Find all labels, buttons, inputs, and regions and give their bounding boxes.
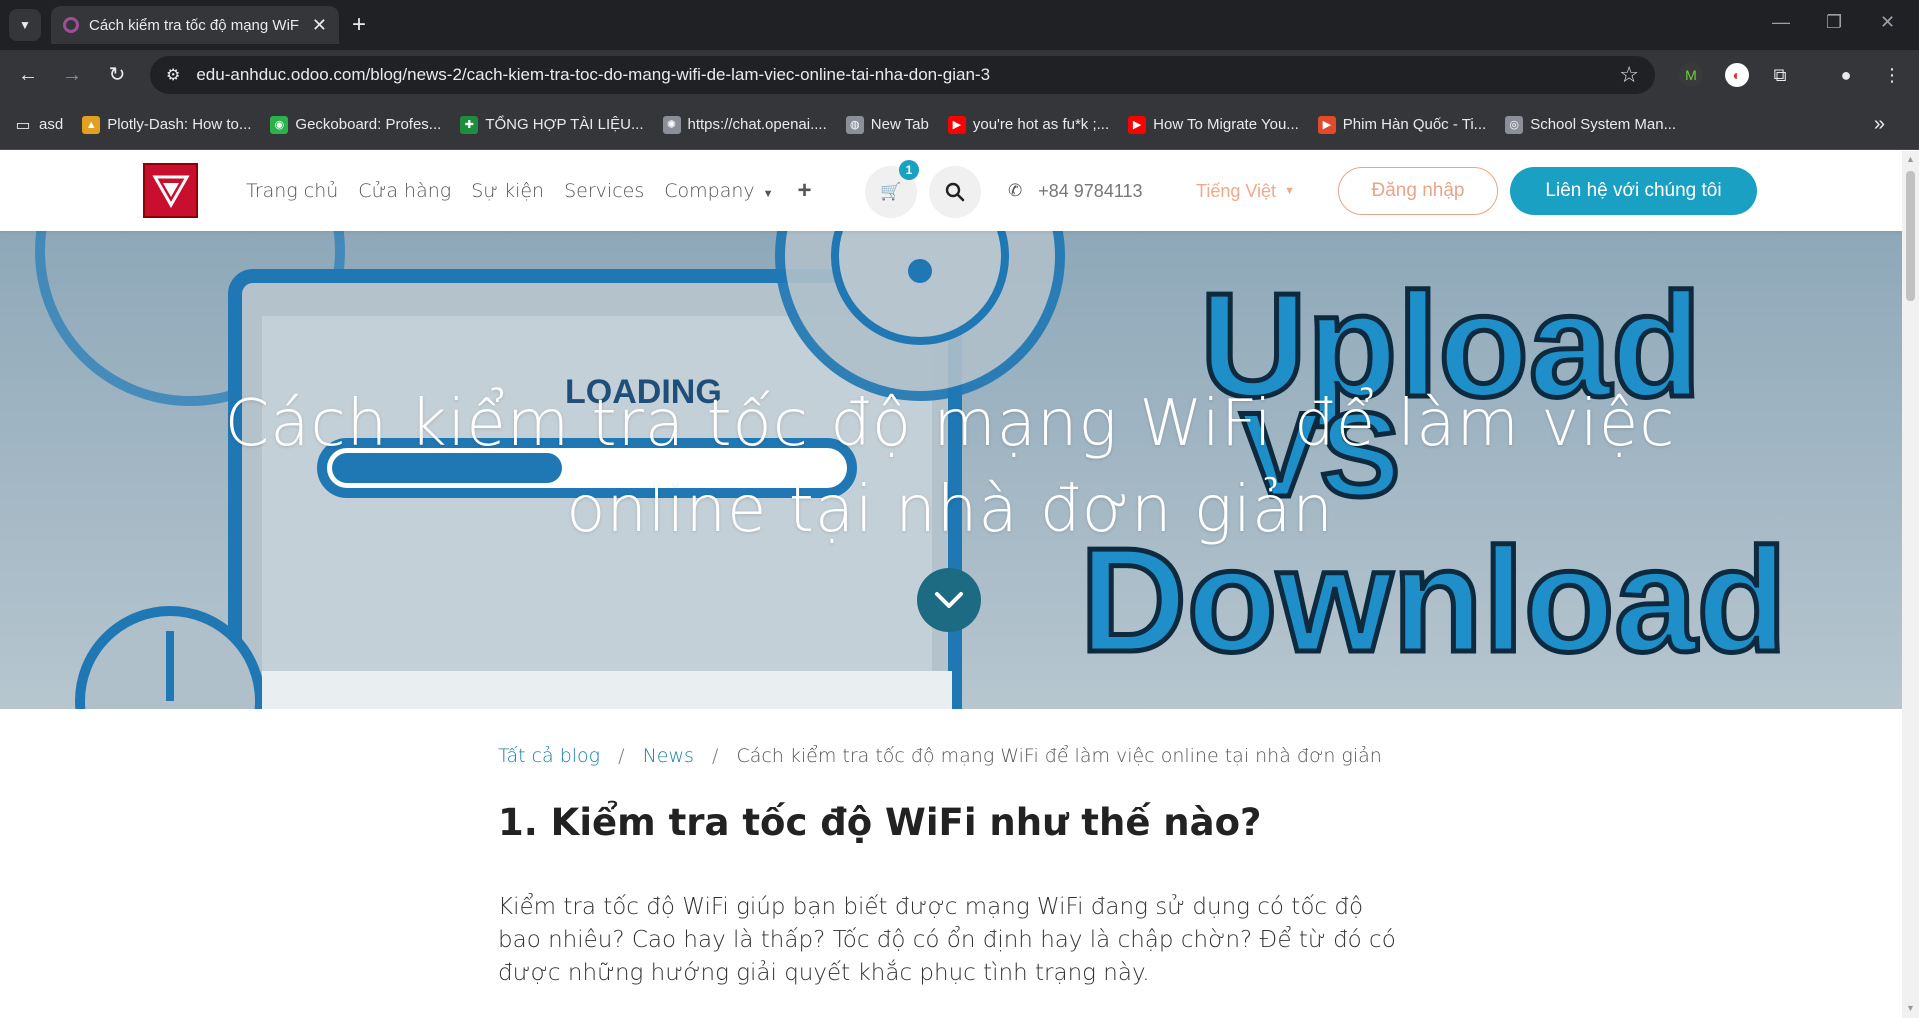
hero-banner: LOADING Upload VS Download Cách kiểm tra…: [0, 231, 1902, 709]
bookmark-item[interactable]: ▭ asd: [14, 116, 63, 134]
bookmarks-bar: ▭ asd ▲ Plotly-Dash: How to... ◉ Geckoboard: …: [0, 100, 1919, 150]
menu-item-company-label: Company: [664, 180, 755, 202]
bookmark-label: Phim Hàn Quốc - Ti...: [1342, 116, 1487, 133]
breadcrumb-news-link[interactable]: News: [643, 745, 694, 767]
site-info-icon[interactable]: ⚙: [166, 65, 180, 85]
menu-item-services[interactable]: Services: [564, 180, 644, 202]
extension-m-icon[interactable]: M: [1679, 63, 1703, 87]
breadcrumb-current: Cách kiểm tra tốc độ mạng WiFi để làm vi…: [736, 745, 1382, 767]
scroll-down-icon[interactable]: ▼: [1906, 1003, 1915, 1013]
bookmark-star-icon[interactable]: ☆: [1619, 62, 1639, 88]
hero-title: Cách kiểm tra tốc độ mạng WiFi để làm vi…: [224, 387, 1676, 547]
contact-us-button[interactable]: Liên hệ với chúng tôi: [1510, 167, 1757, 215]
tab-search-button[interactable]: ▼: [9, 9, 41, 41]
chevron-down-icon: [935, 592, 963, 608]
page-scrollbar[interactable]: ▲ ▼: [1902, 151, 1919, 1018]
bookmark-item[interactable]: ◉ Geckoboard: Profes...: [270, 115, 442, 134]
globe-icon: ◍: [845, 115, 864, 134]
bookmark-item[interactable]: ▶ How To Migrate You...: [1128, 115, 1299, 134]
browser-menu-icon[interactable]: ⋮: [1880, 63, 1904, 87]
bookmark-label: asd: [39, 116, 64, 133]
article-paragraph: Kiểm tra tốc độ WiFi giúp bạn biết được …: [498, 894, 1396, 986]
phone-icon: ✆: [1008, 181, 1023, 200]
bookmark-item[interactable]: ◍ New Tab: [845, 115, 929, 134]
bookmark-label: New Tab: [870, 116, 929, 133]
language-caret-icon: ▼: [1284, 185, 1295, 197]
scrollbar-thumb[interactable]: [1906, 171, 1915, 301]
back-icon[interactable]: ←: [16, 63, 40, 87]
login-button[interactable]: Đăng nhập: [1338, 167, 1498, 215]
bookmark-item[interactable]: ▶ Phim Hàn Quốc - Ti...: [1317, 115, 1487, 134]
bookmark-label: you're hot as fu*k ;...: [972, 116, 1110, 133]
bookmark-label: https://chat.openai....: [687, 116, 827, 133]
bookmark-label: How To Migrate You...: [1153, 116, 1299, 133]
browser-toolbar: ← → ↻ ⚙ edu-anhduc.odoo.com/blog/news-2/…: [0, 50, 1919, 100]
youtube-icon: ▶: [947, 115, 966, 134]
address-bar[interactable]: ⚙ edu-anhduc.odoo.com/blog/news-2/cach-k…: [150, 56, 1655, 94]
plotly-icon: ▲: [82, 115, 101, 134]
phone-number: +84 9784113: [1038, 180, 1143, 201]
school-icon: ◎: [1505, 115, 1524, 134]
extension-color-icon[interactable]: ◐: [1725, 63, 1749, 87]
new-tab-button[interactable]: +: [352, 10, 366, 40]
page-viewport: Trang chủ Cửa hàng Sự kiện Services Comp…: [0, 151, 1902, 1018]
bookmark-item[interactable]: ▶ you're hot as fu*k ;...: [947, 115, 1110, 134]
scroll-down-button[interactable]: [917, 568, 981, 632]
sheets-icon: ✚: [460, 115, 479, 134]
article-heading: 1. Kiểm tra tốc độ WiFi như thế nào?: [498, 801, 1262, 844]
phone-contact[interactable]: ✆ +84 9784113: [1008, 151, 1143, 231]
breadcrumb-separator: /: [618, 745, 625, 767]
tab-strip: ▼ Cách kiểm tra tốc độ mạng WiF ✕ + — ❐ …: [0, 0, 1919, 50]
forward-icon[interactable]: →: [60, 63, 84, 87]
odoo-favicon-icon: [63, 17, 79, 33]
site-header: Trang chủ Cửa hàng Sự kiện Services Comp…: [0, 151, 1902, 231]
add-menu-icon[interactable]: +: [798, 177, 812, 205]
bookmark-item[interactable]: ✚ TỔNG HỢP TÀI LIỆU...: [460, 115, 644, 134]
extensions-puzzle-icon[interactable]: ⧉: [1768, 63, 1792, 87]
bookmark-item[interactable]: ▲ Plotly-Dash: How to...: [82, 115, 252, 134]
breadcrumb: Tất cả blog / News / Cách kiểm tra tốc đ…: [498, 745, 1382, 767]
openai-icon: ✺: [662, 115, 681, 134]
video-icon: ▶: [1317, 115, 1336, 134]
folder-icon: ▭: [15, 116, 31, 134]
bookmark-label: TỔNG HỢP TÀI LIỆU...: [485, 116, 644, 133]
main-menu: Trang chủ Cửa hàng Sự kiện Services Comp…: [246, 151, 812, 231]
search-button[interactable]: [929, 166, 981, 218]
bookmark-item[interactable]: ◎ School System Man...: [1505, 115, 1677, 134]
close-window-icon[interactable]: ✕: [1880, 12, 1895, 33]
menu-item-shop[interactable]: Cửa hàng: [358, 180, 451, 202]
bookmark-label: Geckoboard: Profes...: [295, 116, 442, 133]
site-logo[interactable]: [143, 163, 198, 218]
language-label: Tiếng Việt: [1196, 180, 1277, 201]
youtube-icon: ▶: [1128, 115, 1147, 134]
search-icon: [945, 182, 965, 202]
close-tab-icon[interactable]: ✕: [312, 15, 327, 36]
bookmark-label: Plotly-Dash: How to...: [107, 116, 252, 133]
menu-item-events[interactable]: Sự kiện: [471, 180, 544, 202]
logo-mark-icon: [151, 175, 190, 208]
minimize-icon[interactable]: —: [1772, 12, 1790, 33]
caret-down-icon: ▼: [762, 187, 774, 200]
menu-item-company[interactable]: Company ▼: [664, 180, 773, 202]
reload-icon[interactable]: ↻: [105, 63, 129, 87]
menu-item-home[interactable]: Trang chủ: [246, 180, 338, 202]
tab-title: Cách kiểm tra tốc độ mạng WiF: [89, 16, 300, 34]
cart-button[interactable]: 🛒 1: [865, 160, 919, 218]
bookmark-label: School System Man...: [1530, 116, 1677, 133]
language-selector[interactable]: Tiếng Việt ▼: [1196, 151, 1295, 231]
url-text[interactable]: edu-anhduc.odoo.com/blog/news-2/cach-kie…: [196, 65, 1619, 85]
bookmark-item[interactable]: ✺ https://chat.openai....: [662, 115, 827, 134]
breadcrumb-all-blogs-link[interactable]: Tất cả blog: [498, 745, 600, 767]
geckoboard-icon: ◉: [270, 115, 289, 134]
cart-icon: 🛒: [880, 182, 902, 201]
profile-icon[interactable]: ●: [1834, 63, 1858, 87]
cart-count-badge: 1: [899, 160, 919, 180]
scroll-up-icon[interactable]: ▲: [1906, 154, 1915, 164]
active-tab[interactable]: Cách kiểm tra tốc độ mạng WiF ✕: [51, 6, 339, 44]
breadcrumb-separator: /: [711, 745, 719, 767]
more-bookmarks-icon[interactable]: »: [1874, 113, 1885, 136]
restore-icon[interactable]: ❐: [1826, 12, 1842, 33]
